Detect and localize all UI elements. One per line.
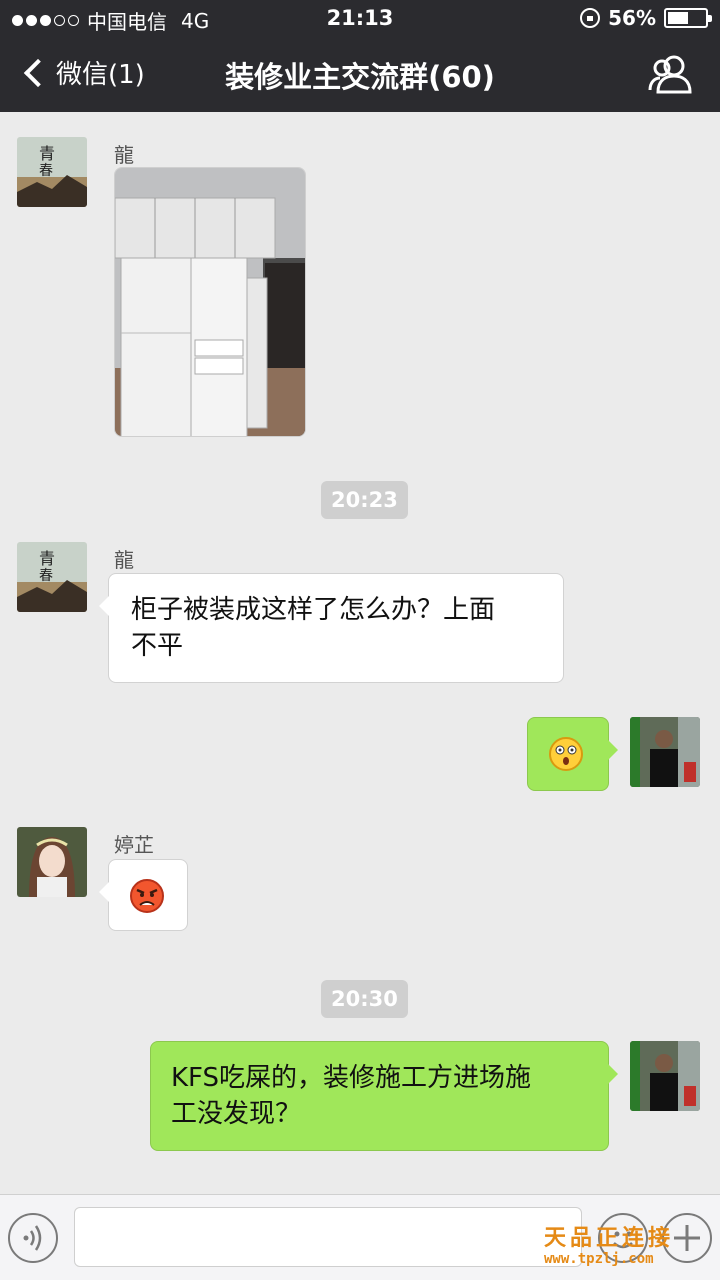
chat-area[interactable]: 青 春 龍 20:23 青 春 龍 柜子被装成这样了怎么办？上面 不平 婷芷 2…	[0, 112, 720, 1194]
message-input[interactable]	[74, 1207, 582, 1267]
message-text-line: 不平	[131, 631, 184, 661]
wardrobe-photo	[115, 168, 305, 436]
image-message[interactable]	[114, 167, 306, 437]
avatar-tingzhi-image	[17, 827, 87, 897]
timestamp-chip: 20:23	[321, 481, 408, 519]
watermark-url: www.tpzlj.com	[544, 1251, 654, 1267]
svg-text:青: 青	[39, 144, 55, 163]
watermark: 天品正连接 www.tpzlj.com	[544, 1226, 674, 1268]
svg-text:春: 春	[39, 568, 53, 584]
text-message-outgoing[interactable]: KFS吃屎的，装修施工方进场施 工没发现？	[150, 1041, 618, 1151]
sender-name: 龍	[114, 548, 134, 572]
avatar-me[interactable]	[630, 717, 700, 787]
battery-icon	[664, 8, 712, 28]
watermark-text: 天品正连接	[544, 1225, 675, 1251]
emoji-message-incoming[interactable]	[99, 859, 188, 931]
text-message-incoming[interactable]: 柜子被装成这样了怎么办？上面 不平	[99, 573, 564, 683]
message-text-line: 工没发现？	[171, 1099, 302, 1129]
top-header: 中国电信 4G 21:13 56% 微信(1) 装修业主交流群(60)	[0, 0, 720, 112]
sender-name: 婷芷	[114, 833, 154, 857]
status-bar: 中国电信 4G 21:13 56%	[0, 0, 720, 38]
people-icon	[648, 55, 692, 94]
group-info-button[interactable]	[648, 54, 692, 94]
avatar-long-image: 青 春	[17, 137, 87, 207]
avatar-me-image	[630, 717, 700, 787]
avatar-tingzhi[interactable]	[17, 827, 87, 897]
sender-name: 龍	[114, 143, 134, 167]
avatar-long[interactable]: 青 春	[17, 542, 87, 612]
chat-title: 装修业主交流群(60)	[225, 60, 495, 94]
message-text-line: KFS吃屎的，装修施工方进场施	[171, 1063, 532, 1093]
angry-face-icon	[130, 879, 164, 913]
avatar-long[interactable]: 青 春	[17, 137, 87, 207]
timestamp-chip: 20:30	[321, 980, 408, 1018]
rotation-lock-icon	[580, 8, 601, 28]
voice-icon	[23, 1225, 42, 1251]
shocked-face-icon	[549, 737, 583, 771]
avatar-me[interactable]	[630, 1041, 700, 1111]
svg-text:春: 春	[39, 163, 53, 179]
avatar-me-image	[630, 1041, 700, 1111]
battery-percent: 56%	[608, 6, 656, 30]
message-text-line: 柜子被装成这样了怎么办？上面	[131, 595, 496, 625]
nav-bar: 微信(1) 装修业主交流群(60)	[0, 38, 720, 112]
status-right: 56%	[580, 6, 712, 30]
avatar-long-image: 青 春	[17, 542, 87, 612]
svg-text:青: 青	[39, 549, 55, 568]
voice-button[interactable]	[8, 1213, 58, 1263]
emoji-message-outgoing[interactable]	[527, 717, 618, 791]
